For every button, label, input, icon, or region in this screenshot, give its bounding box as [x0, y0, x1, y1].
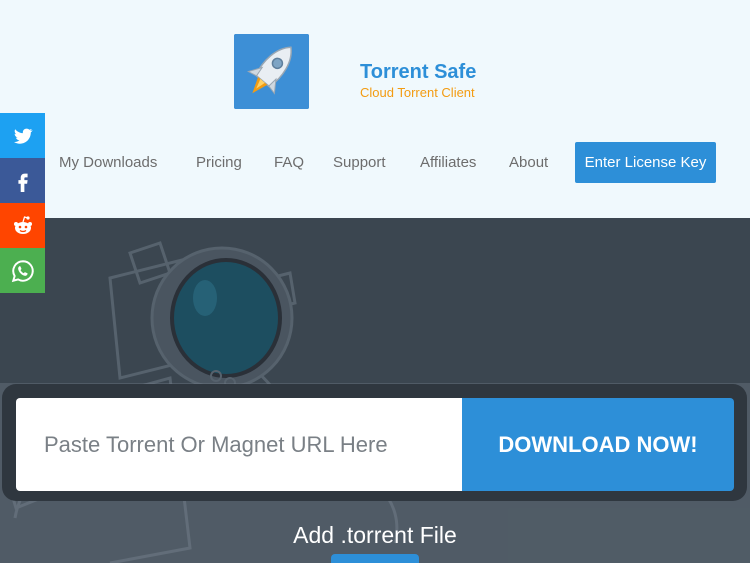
- hero-section: DOWNLOAD NOW! Add .torrent File: [0, 218, 750, 563]
- facebook-icon: [17, 173, 28, 192]
- enter-license-key-button[interactable]: Enter License Key: [575, 142, 716, 183]
- download-now-button[interactable]: DOWNLOAD NOW!: [462, 398, 734, 491]
- whatsapp-icon: [11, 259, 34, 282]
- nav-affiliates[interactable]: Affiliates: [420, 154, 476, 171]
- brand-name[interactable]: Torrent Safe: [360, 61, 476, 84]
- main-nav: My Downloads Pricing FAQ Support Affilia…: [0, 142, 750, 184]
- nav-about[interactable]: About: [509, 154, 548, 171]
- add-torrent-label: Add .torrent File: [293, 522, 457, 548]
- nav-my-downloads[interactable]: My Downloads: [59, 154, 157, 171]
- reddit-icon: [13, 215, 32, 234]
- upload-file-button[interactable]: [331, 554, 419, 563]
- rocket-icon: [234, 34, 309, 109]
- nav-support[interactable]: Support: [333, 154, 386, 171]
- torrent-url-input[interactable]: [16, 398, 462, 491]
- twitter-icon: [13, 128, 33, 144]
- facebook-share-button[interactable]: [0, 158, 45, 203]
- brand-tagline: Cloud Torrent Client: [360, 85, 475, 100]
- whatsapp-share-button[interactable]: [0, 248, 45, 293]
- nav-pricing[interactable]: Pricing: [196, 154, 242, 171]
- nav-faq[interactable]: FAQ: [274, 154, 304, 171]
- twitter-share-button[interactable]: [0, 113, 45, 158]
- site-header: Torrent Safe Cloud Torrent Client My Dow…: [0, 0, 750, 218]
- reddit-share-button[interactable]: [0, 203, 45, 248]
- rocket-logo[interactable]: [234, 34, 309, 109]
